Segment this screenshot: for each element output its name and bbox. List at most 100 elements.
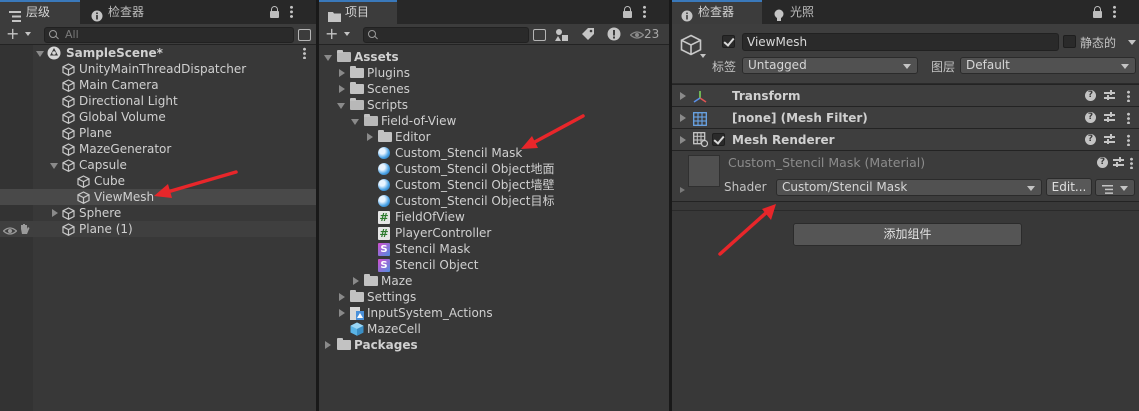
tab-project[interactable]: 项目 (319, 0, 397, 24)
project-item[interactable]: # FieldOfView (319, 209, 669, 225)
presets-icon[interactable] (1104, 90, 1115, 101)
collapse-arrow-icon[interactable] (36, 51, 44, 57)
hierarchy-item-selected[interactable]: ViewMesh (0, 189, 316, 205)
hierarchy-item[interactable]: Sphere (0, 205, 316, 221)
shader-dropdown[interactable]: Custom/Stencil Mask (776, 179, 1042, 196)
gameobject-name-field[interactable]: ViewMesh (742, 33, 1059, 51)
expand-arrow-icon[interactable] (339, 69, 345, 77)
component-mesh-filter[interactable]: [none] (Mesh Filter) ? (672, 106, 1139, 128)
collapse-arrow-icon[interactable] (351, 119, 359, 125)
expand-arrow-icon[interactable] (680, 114, 686, 122)
tab-inspector[interactable]: 检查器 (672, 0, 762, 24)
scene-options-icon[interactable] (303, 47, 306, 59)
project-item[interactable]: Packages (319, 337, 669, 353)
hierarchy-item[interactable]: Main Camera (0, 77, 316, 93)
project-item[interactable]: Scripts (319, 97, 669, 113)
presets-icon[interactable] (1104, 134, 1115, 145)
project-search-input[interactable] (363, 27, 529, 43)
project-item[interactable]: Scenes (319, 81, 669, 97)
lock-icon[interactable] (270, 6, 279, 18)
tab-lighting[interactable]: 光照 (764, 0, 834, 24)
mesh-renderer-enabled-checkbox[interactable] (712, 133, 725, 146)
more-options-icon[interactable] (290, 5, 293, 19)
material-expand-arrow-icon[interactable] (680, 187, 685, 193)
material-menu-icon[interactable] (1130, 157, 1133, 169)
material-options-dropdown[interactable] (1095, 179, 1135, 196)
hierarchy-item[interactable]: Capsule (0, 157, 316, 173)
filter-warnings-icon[interactable] (607, 27, 621, 44)
presets-icon[interactable] (1104, 112, 1115, 123)
component-mesh-renderer[interactable]: Mesh Renderer ? (672, 128, 1139, 150)
more-options-icon[interactable] (643, 5, 646, 19)
expand-arrow-icon[interactable] (52, 209, 58, 217)
search-by-type-icon[interactable] (533, 29, 546, 41)
hierarchy-search-input[interactable]: All (44, 27, 294, 43)
scene-row[interactable]: SampleScene* (0, 45, 316, 61)
tag-dropdown[interactable]: Untagged (742, 57, 918, 74)
hierarchy-item[interactable]: Plane (1) (0, 221, 316, 237)
project-item[interactable]: Custom_Stencil Object墙壁 (319, 177, 669, 193)
hierarchy-item[interactable]: Global Volume (0, 109, 316, 125)
expand-arrow-icon[interactable] (339, 85, 345, 93)
component-menu-icon[interactable] (1127, 90, 1130, 102)
more-options-icon[interactable] (1113, 5, 1116, 19)
shader-edit-button[interactable]: Edit... (1046, 178, 1092, 196)
collapse-arrow-icon[interactable] (50, 163, 58, 169)
component-menu-icon[interactable] (1127, 112, 1130, 124)
project-item[interactable]: # PlayerController (319, 225, 669, 241)
project-item[interactable]: S Stencil Object (319, 257, 669, 273)
static-dropdown-arrow-icon[interactable] (1128, 40, 1136, 49)
project-item[interactable]: Maze (319, 273, 669, 289)
help-icon[interactable]: ? (1085, 112, 1096, 123)
component-transform[interactable]: Transform ? (672, 84, 1139, 106)
hidden-packages-eye-icon[interactable] (629, 29, 645, 43)
hierarchy-item[interactable]: MazeGenerator (0, 141, 316, 157)
add-component-button[interactable]: 添加组件 (793, 223, 1022, 246)
hierarchy-item[interactable]: Cube (0, 173, 316, 189)
project-item[interactable]: InputSystem_Actions (319, 305, 669, 321)
lock-icon[interactable] (623, 6, 632, 18)
project-item[interactable]: S Stencil Mask (319, 241, 669, 257)
presets-icon[interactable] (1113, 157, 1124, 168)
pickability-hand-icon[interactable] (19, 223, 30, 239)
expand-arrow-icon[interactable] (339, 309, 345, 317)
collapse-arrow-icon[interactable] (324, 55, 332, 61)
create-dropdown-button[interactable]: + (6, 26, 36, 42)
lock-icon[interactable] (1093, 6, 1102, 18)
expand-arrow-icon[interactable] (367, 133, 373, 141)
expand-arrow-icon[interactable] (325, 341, 331, 349)
expand-arrow-icon[interactable] (680, 136, 686, 144)
project-item[interactable]: Custom_Stencil Mask (319, 145, 669, 161)
project-item[interactable]: Custom_Stencil Object目标 (319, 193, 669, 209)
search-options-icon[interactable] (298, 29, 311, 41)
help-icon[interactable]: ? (1097, 157, 1108, 168)
project-item[interactable]: MazeCell (319, 321, 669, 337)
help-icon[interactable]: ? (1085, 134, 1096, 145)
visibility-eye-icon[interactable] (2, 224, 18, 240)
tab-hierarchy[interactable]: 层级 (0, 0, 80, 24)
project-item[interactable]: Settings (319, 289, 669, 305)
hierarchy-item[interactable]: Directional Light (0, 93, 316, 109)
filter-by-label-icon[interactable] (581, 28, 594, 44)
static-checkbox[interactable] (1063, 35, 1076, 48)
gameobject-cube-icon[interactable] (680, 34, 702, 59)
hierarchy-item[interactable]: UnityMainThreadDispatcher (0, 61, 316, 77)
expand-arrow-icon[interactable] (353, 277, 359, 285)
expand-arrow-icon[interactable] (680, 92, 686, 100)
gameobject-active-checkbox[interactable] (722, 35, 735, 48)
hierarchy-item[interactable]: Plane (0, 125, 316, 141)
layer-dropdown[interactable]: Default (960, 57, 1136, 74)
filter-by-type-icon[interactable] (555, 28, 568, 44)
expand-arrow-icon[interactable] (339, 293, 345, 301)
component-menu-icon[interactable] (1127, 134, 1130, 146)
collapse-arrow-icon[interactable] (337, 103, 345, 109)
project-item[interactable]: Custom_Stencil Object地面 (319, 161, 669, 177)
tab-inspector-secondary[interactable]: 检查器 (82, 0, 162, 24)
help-icon[interactable]: ? (1085, 90, 1096, 101)
project-item[interactable]: Editor (319, 129, 669, 145)
project-item[interactable]: Field-of-View (319, 113, 669, 129)
project-item[interactable]: Plugins (319, 65, 669, 81)
project-item[interactable]: Assets (319, 49, 669, 65)
icon-dropdown-arrow-icon[interactable] (700, 54, 706, 61)
create-asset-dropdown-button[interactable]: + (325, 26, 355, 42)
